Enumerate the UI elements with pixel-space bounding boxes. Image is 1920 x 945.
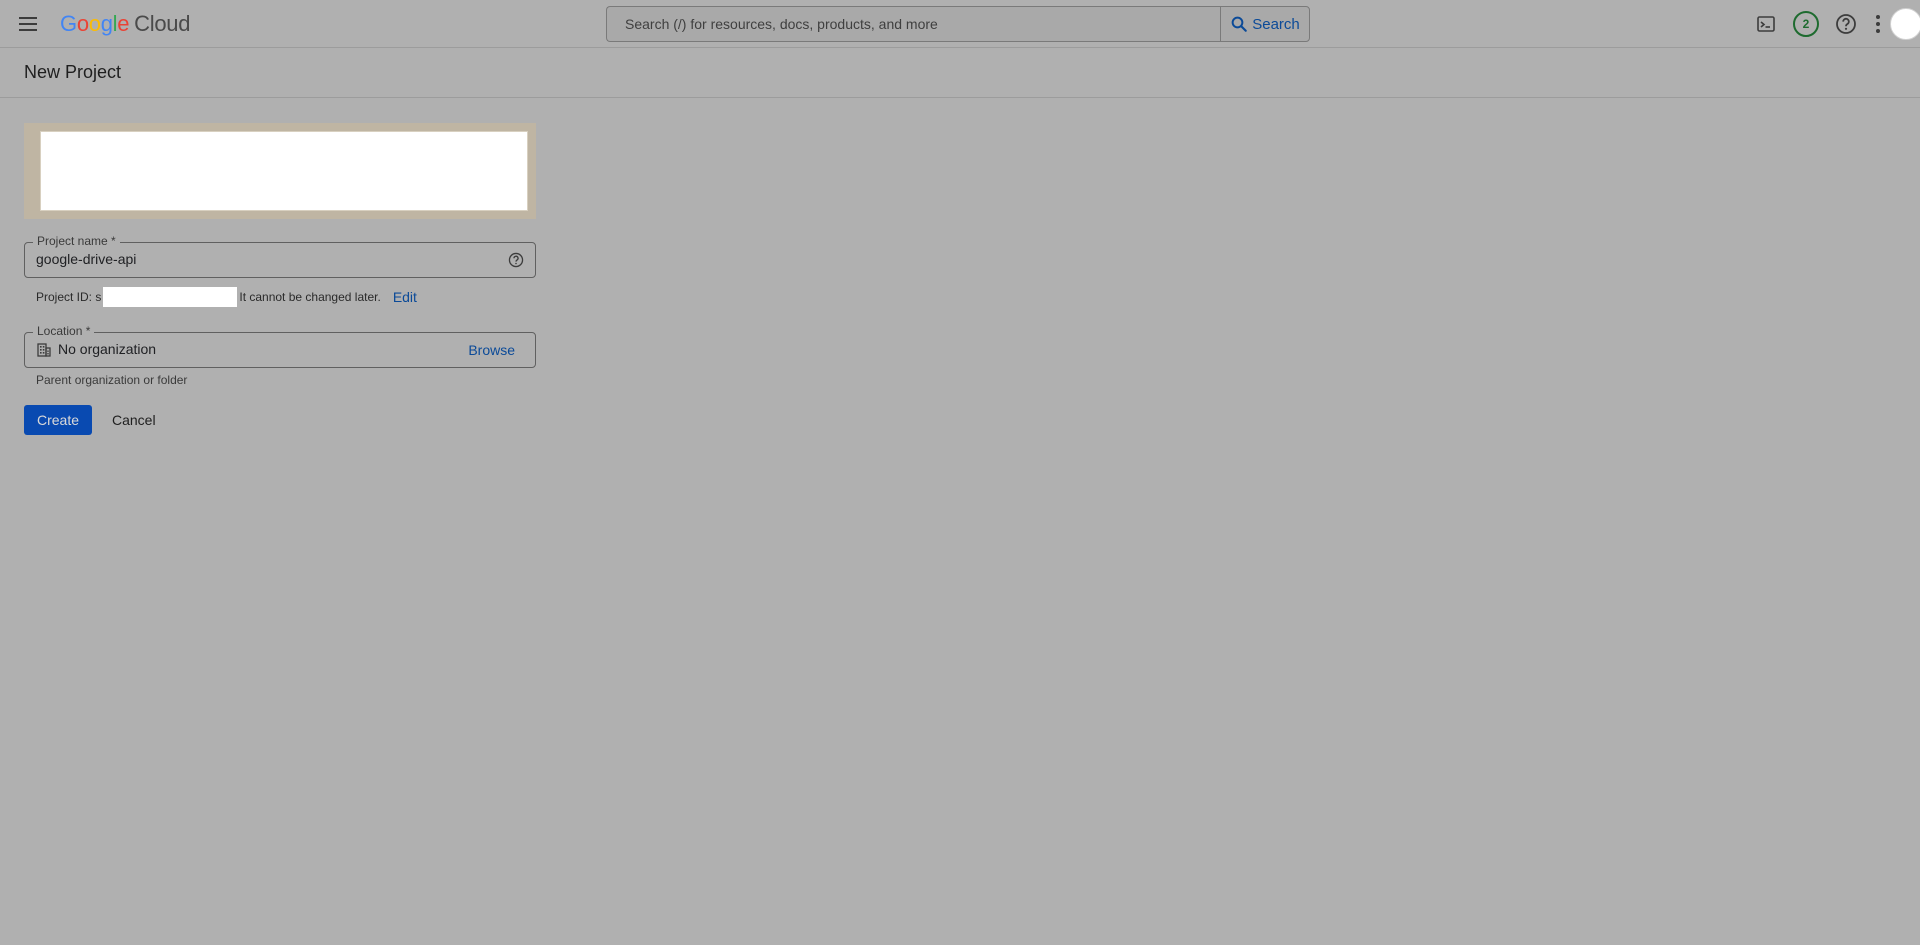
search-button-label: Search bbox=[1252, 15, 1300, 33]
building-icon bbox=[37, 343, 51, 357]
notifications-button[interactable]: 2 bbox=[1790, 8, 1822, 40]
browse-button[interactable]: Browse bbox=[468, 342, 515, 358]
project-id-suffix: It cannot be changed later. bbox=[239, 290, 381, 304]
notice-box bbox=[24, 123, 536, 219]
help-button[interactable] bbox=[1830, 8, 1862, 40]
project-id-row: Project ID: s It cannot be changed later… bbox=[36, 287, 417, 307]
top-app-bar: GoogleCloud Search 2 bbox=[0, 0, 1920, 48]
main-menu-button[interactable] bbox=[14, 12, 42, 36]
location-field[interactable]: Location * No organization Browse bbox=[24, 324, 536, 368]
search-input[interactable] bbox=[606, 6, 1220, 42]
cancel-button[interactable]: Cancel bbox=[102, 405, 166, 435]
cloud-shell-button[interactable] bbox=[1750, 8, 1782, 40]
hamburger-menu-icon bbox=[19, 17, 37, 31]
location-label: Location * bbox=[33, 324, 95, 338]
edit-project-id-link[interactable]: Edit bbox=[393, 289, 417, 305]
logo-cloud-text: Cloud bbox=[134, 11, 191, 36]
avatar bbox=[1890, 8, 1920, 40]
notice-content bbox=[40, 131, 528, 211]
project-id-prefix: Project ID: s bbox=[36, 290, 102, 304]
more-options-button[interactable] bbox=[1868, 8, 1888, 40]
help-circle-icon bbox=[508, 252, 524, 268]
project-name-label: Project name * bbox=[33, 234, 120, 248]
help-circle-icon bbox=[1836, 14, 1856, 34]
account-button[interactable] bbox=[1890, 8, 1920, 40]
logo-letter: o bbox=[88, 11, 101, 36]
search-icon bbox=[1231, 16, 1248, 32]
logo-google-text: Google bbox=[60, 11, 129, 36]
project-name-field[interactable]: Project name * google-drive-api bbox=[24, 234, 536, 278]
search-bar: Search bbox=[606, 6, 1310, 42]
project-name-value: google-drive-api bbox=[36, 251, 137, 267]
page-title: New Project bbox=[24, 62, 122, 82]
location-value: No organization bbox=[58, 341, 157, 357]
project-name-help-button[interactable] bbox=[507, 251, 525, 269]
logo-letter: G bbox=[60, 11, 77, 36]
logo-letter: g bbox=[100, 11, 113, 36]
page-header: New Project bbox=[0, 48, 1920, 98]
more-vert-icon bbox=[1876, 15, 1880, 33]
search-button[interactable]: Search bbox=[1220, 6, 1310, 42]
google-cloud-logo[interactable]: Google Cloud bbox=[60, 11, 190, 37]
logo-letter: e bbox=[117, 11, 130, 36]
cloud-shell-terminal-icon bbox=[1757, 16, 1775, 32]
project-id-value-redacted bbox=[103, 287, 238, 307]
location-helper-text: Parent organization or folder bbox=[36, 373, 188, 387]
create-button[interactable]: Create bbox=[24, 405, 92, 435]
logo-letter: o bbox=[76, 11, 89, 36]
notifications-count-badge: 2 bbox=[1793, 11, 1819, 37]
top-icons: 2 bbox=[1750, 8, 1920, 40]
